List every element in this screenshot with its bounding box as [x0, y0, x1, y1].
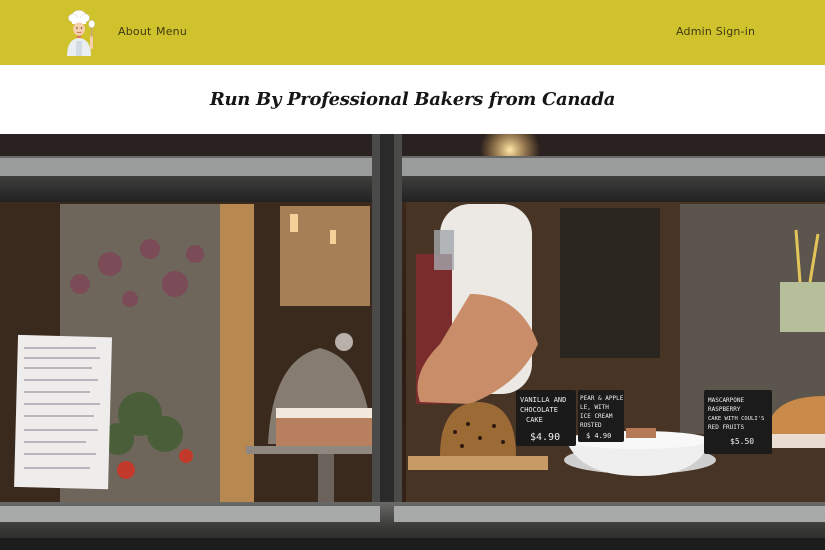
chalkboard-2-line-2: LE, WITH	[580, 404, 609, 411]
chalkboard-vanilla: VANILLA AND CHOCOLATE CAKE $4.90	[516, 390, 576, 446]
chalkboard-mascarpone: MASCARPONE RASPBERRY CAKE WITH COULI'S R…	[704, 390, 772, 454]
page-tagline: Run By Professional Bakers from Canada	[209, 89, 616, 110]
baker-logo-icon[interactable]	[62, 7, 102, 57]
hero-image: VANILLA AND CHOCOLATE CAKE $4.90 PEAR & …	[0, 134, 825, 550]
chalkboard-2-line-3: ICE CREAM	[580, 413, 613, 420]
chalkboard-3-line-2: RASPBERRY	[708, 406, 741, 413]
nav-menu-link[interactable]: Menu	[156, 25, 187, 38]
nav-about-link[interactable]: About	[118, 25, 152, 38]
chalkboard-1-line-2: CHOCOLATE	[520, 406, 558, 414]
tagline-section: Run By Professional Bakers from Canada	[0, 65, 825, 134]
chalkboard-2-price: $ 4.90	[586, 432, 611, 440]
chalkboard-1-price: $4.90	[530, 432, 560, 443]
navbar: About Menu Admin Sign-in	[0, 0, 825, 65]
chalkboard-pear-apple: PEAR & APPLE LE, WITH ICE CREAM ROSTED $…	[578, 390, 624, 442]
chalkboard-3-line-4: RED FRUITS	[708, 424, 745, 431]
chalkboard-1-line-1: VANILLA AND	[520, 396, 566, 404]
chalkboard-2-line-1: PEAR & APPLE	[580, 395, 624, 402]
chalkboard-3-line-3: CAKE WITH COULI'S	[708, 416, 764, 422]
chalkboard-3-line-1: MASCARPONE	[708, 397, 745, 404]
bakery-window-photo: VANILLA AND CHOCOLATE CAKE $4.90 PEAR & …	[0, 134, 825, 550]
chalkboard-2-line-4: ROSTED	[580, 422, 602, 429]
chalkboard-3-price: $5.50	[730, 437, 754, 446]
admin-sign-in-link[interactable]: Admin Sign-in	[676, 25, 755, 38]
chalkboard-1-line-3: CAKE	[526, 416, 543, 424]
